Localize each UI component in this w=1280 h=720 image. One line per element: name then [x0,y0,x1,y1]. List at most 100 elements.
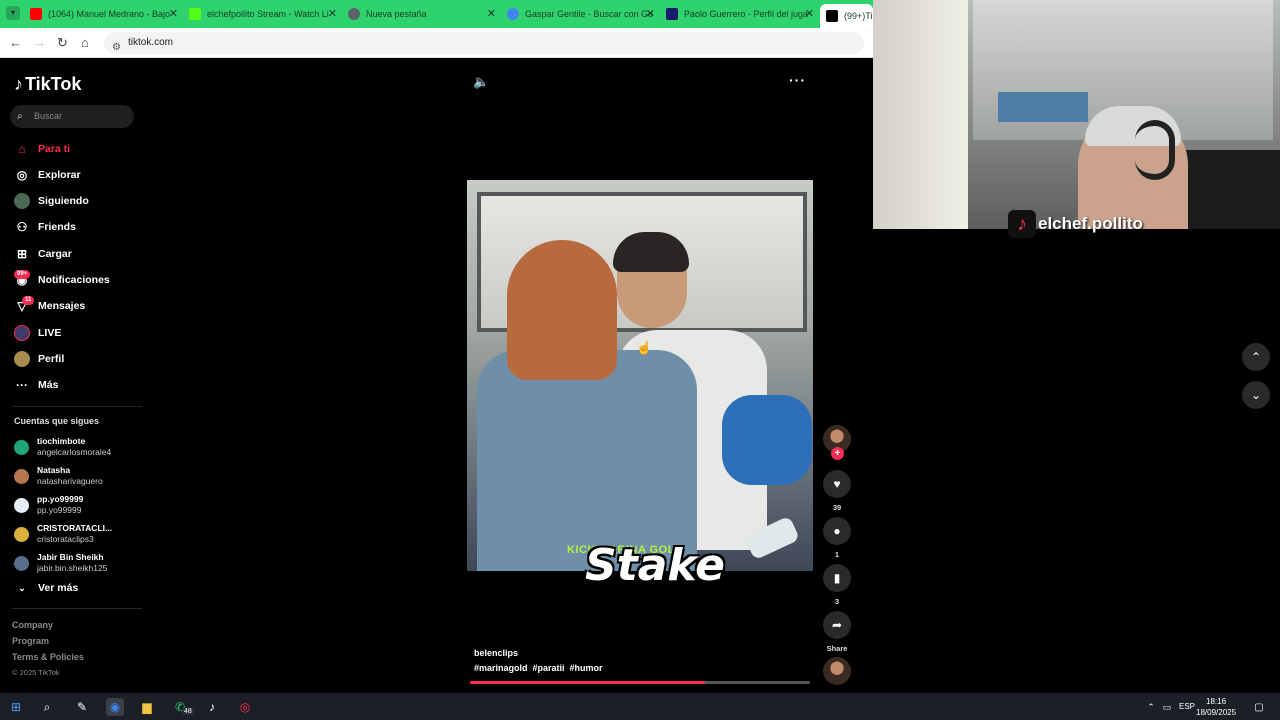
video-author[interactable]: belenclips [474,648,518,658]
close-tab-icon[interactable]: ✕ [169,7,178,20]
close-tab-icon[interactable]: ✕ [805,7,814,20]
previous-video-button[interactable]: ⌃ [1242,343,1270,371]
footer-link-company[interactable]: Company [12,620,53,630]
upload-icon: ⊞ [16,247,28,261]
back-icon[interactable]: ← [9,35,22,50]
site-info-icon[interactable]: ⚙ [112,37,121,59]
forward-icon[interactable]: → [33,35,46,50]
browser-tab[interactable]: elchefpollito Stream - Watch Li ✕ [189,4,337,24]
close-tab-icon[interactable]: ✕ [328,7,337,20]
site-icon [666,8,678,20]
tiktok-icon [826,10,838,22]
hashtag[interactable]: #humor [570,663,603,673]
nav-label: Más [38,379,59,391]
language-indicator[interactable]: ESP [1179,702,1195,711]
avatar [14,526,29,542]
nav-live[interactable]: LIVE [14,324,61,342]
search-input[interactable]: ⌕ Buscar [10,105,134,128]
nav-explore[interactable]: ◎ Explorar [14,166,81,184]
next-video-button[interactable]: ⌄ [1242,381,1270,409]
chevron-down-icon: ⌄ [18,582,26,593]
comment-count: 1 [834,550,840,559]
account-name: tiochimbote [37,436,86,446]
clock-time: 18:16 [1206,697,1227,706]
followed-account[interactable]: Natasha natasharivaguero [14,463,103,489]
reload-icon[interactable]: ↻ [57,35,68,51]
chrome-icon[interactable]: ◉ [106,698,124,716]
tiktok-app-icon[interactable]: ♪ [203,698,221,716]
windows-start-icon[interactable]: ⊞ [7,698,25,716]
webcam-background [998,92,1088,122]
share-icon: ➦ [831,618,843,632]
search-icon[interactable]: ⌕ [38,698,56,716]
nav-following[interactable]: Siguiendo [14,192,89,210]
follow-plus-icon[interactable]: + [831,447,844,460]
sound-avatar[interactable] [823,657,851,685]
pen-app-icon[interactable]: ✎ [73,698,91,716]
more-options-icon[interactable]: ··· [789,72,806,88]
tab-title: Paolo Guerrero - Perfil del juga [684,9,809,19]
file-explorer-icon[interactable]: ▆ [138,698,156,716]
tiktok-logo[interactable]: ♪ TikTok [14,74,81,95]
tab-title: Gaspar Gentile - Buscar con Go [525,9,654,19]
live-icon [14,325,30,341]
kick-icon [189,8,201,20]
webcam-background [873,0,968,229]
profile-icon [14,351,30,367]
followed-account[interactable]: Jabir Bin Sheikh jabir.bin.sheikh125 [14,550,107,576]
account-handle: natasharivaguero [37,476,103,486]
share-button[interactable]: ➦ [823,611,851,639]
footer-link-terms[interactable]: Terms & Policies [12,652,84,662]
tiktok-note-icon: ♪ [14,74,23,94]
video-tags: #marinagold #paratii #humor [474,663,603,673]
see-more-button[interactable]: ⌄ Ver más [14,579,78,597]
app-icon[interactable]: ◎ [236,698,254,716]
streamer-name: elchef.pollito [1038,214,1143,233]
account-handle: pp.yo99999 [37,505,82,515]
followed-account[interactable]: CRISTORATACLI... cristorataclips3 [14,521,112,547]
streamer-figure [1135,120,1175,180]
browser-tab[interactable]: Paolo Guerrero - Perfil del juga ✕ [666,4,814,24]
chevron-down-icon: ⌄ [1250,388,1262,402]
save-button[interactable]: ▮ [823,564,851,592]
browser-tab[interactable]: Gaspar Gentile - Buscar con Go ✕ [507,4,655,24]
home-icon[interactable]: ⌂ [81,35,89,50]
network-icon[interactable]: ▭ [1158,698,1176,716]
bookmark-icon: ▮ [833,571,841,585]
like-button[interactable]: ♥ [823,470,851,498]
clock[interactable]: 18:16 18/09/2025 [1196,696,1236,718]
search-icon: ⌕ [17,111,23,122]
video-progress-bar[interactable] [470,681,810,684]
tab-title: (1064) Manuel Medrano - Bajo [48,9,171,19]
nav-more[interactable]: ··· Más [14,376,58,394]
hashtag[interactable]: #paratii [533,663,565,673]
nav-upload[interactable]: ⊞ Cargar [14,245,72,263]
avatar [14,439,29,455]
followed-account[interactable]: tiochimbote angelcarlosmorale4 [14,434,111,460]
nav-for-you[interactable]: ⌂ Para ti [14,140,70,158]
account-handle: cristorataclips3 [37,534,94,544]
search-placeholder: Buscar [34,111,63,121]
tiktok-sidebar: ♪ TikTok ⌕ Buscar ⌂ Para ti ◎ Explorar S… [0,58,145,693]
tab-title: Nueva pestaña [366,9,427,19]
nav-profile[interactable]: Perfil [14,350,64,368]
volume-icon[interactable]: 🔈 [473,74,489,90]
clock-date: 18/09/2025 [1196,708,1237,717]
tab-title: (99+)TikT [844,11,873,21]
tab-search-button[interactable]: ▾ [6,6,20,20]
close-tab-icon[interactable]: ✕ [646,7,655,20]
browser-tab[interactable]: Nueva pestaña ✕ [348,4,496,24]
url-text: tiktok.com [128,37,174,48]
hashtag[interactable]: #marinagold [474,663,528,673]
browser-tab[interactable]: (1064) Manuel Medrano - Bajo ✕ [30,4,178,24]
notifications-icon[interactable]: ▢ [1250,698,1268,716]
nav-friends[interactable]: ⚇ Friends [14,218,76,236]
browser-tab-active[interactable]: (99+)TikT [820,4,873,28]
footer-link-program[interactable]: Program [12,636,49,646]
video-player[interactable]: KICK MARINA GOLD [467,180,813,571]
comment-button[interactable]: ● [823,517,851,545]
divider [12,406,142,407]
close-tab-icon[interactable]: ✕ [487,7,496,20]
address-bar[interactable]: ⚙ tiktok.com [104,32,864,54]
followed-account[interactable]: pp.yo99999 pp.yo99999 [14,492,83,518]
